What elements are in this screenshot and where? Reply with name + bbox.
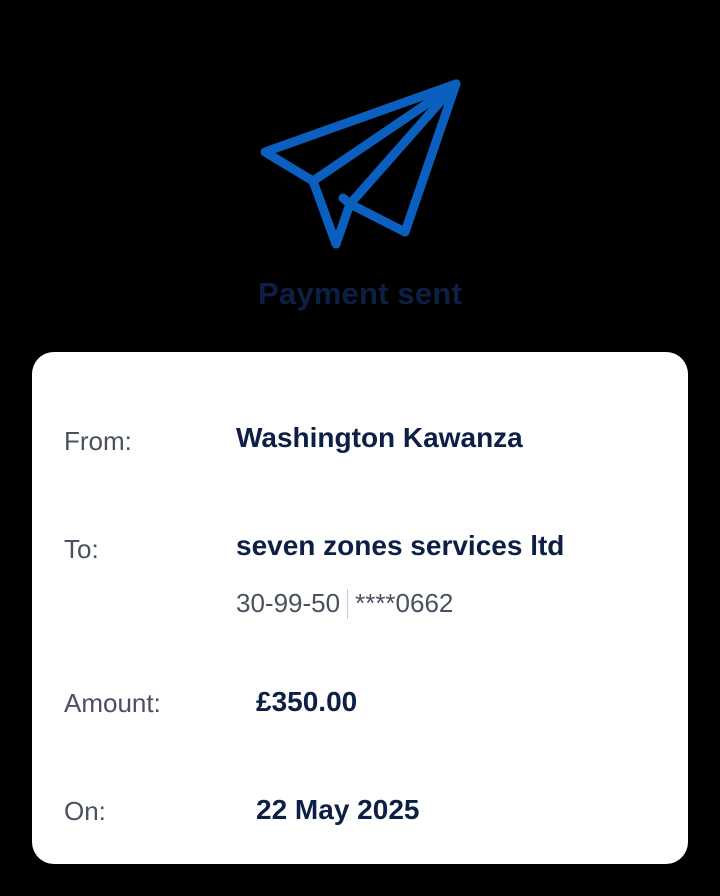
account-details: 30-99-50 ****0662 (236, 588, 453, 619)
date-label: On: (64, 796, 106, 826)
paper-plane-icon (254, 76, 466, 256)
sort-code: 30-99-50 (236, 588, 341, 618)
amount-label: Amount: (64, 688, 161, 718)
payment-details-card: From: Washington Kawanza To: seven zones… (32, 352, 688, 864)
page-title: Payment sent (258, 276, 462, 311)
amount-value: £350.00 (256, 686, 358, 717)
to-value: seven zones services ltd (236, 530, 565, 561)
to-label: To: (64, 534, 99, 564)
from-label: From: (64, 426, 132, 456)
divider (347, 588, 349, 619)
account-number: ****0662 (355, 588, 454, 618)
date-value: 22 May 2025 (256, 794, 420, 825)
from-value: Washington Kawanza (236, 422, 523, 453)
